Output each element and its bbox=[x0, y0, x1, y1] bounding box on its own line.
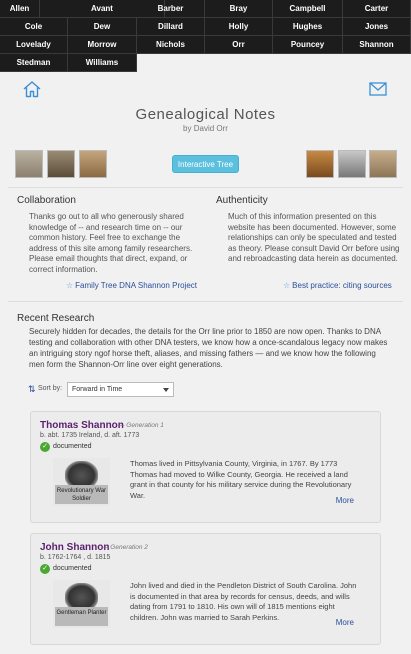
sort-label: Sort by: bbox=[38, 385, 63, 392]
surname-link-dillard[interactable]: Dillard bbox=[137, 18, 205, 36]
portrait-photo bbox=[15, 150, 43, 178]
more-link[interactable]: More bbox=[336, 618, 354, 627]
surname-link-barber[interactable]: Barber bbox=[137, 0, 205, 18]
person-card: Thomas Shannon — Generation 1 b. abt. 17… bbox=[30, 411, 381, 523]
more-link[interactable]: More bbox=[336, 496, 354, 505]
surname-menu: Allen Avant Barber Bray Campbell Carter … bbox=[0, 0, 411, 72]
surname-link-shannon[interactable]: Shannon bbox=[343, 36, 411, 54]
divider bbox=[8, 187, 403, 188]
surname-link-bray[interactable]: Bray bbox=[205, 0, 273, 18]
thumbnail-caption: Revolutionary War Soldier bbox=[55, 485, 108, 504]
sort-select[interactable]: Forward in Time bbox=[67, 382, 174, 397]
byline: by David Orr bbox=[183, 124, 228, 133]
surname-link-hughes[interactable]: Hughes bbox=[273, 18, 343, 36]
page-title: Genealogical Notes bbox=[135, 106, 276, 123]
person-thumbnail: Revolutionary War Soldier bbox=[53, 458, 110, 506]
citing-sources-link-label: Best practice: citing sources bbox=[292, 281, 392, 290]
surname-link-holly[interactable]: Holly bbox=[205, 18, 273, 36]
recent-research-intro: Securely hidden for decades, the details… bbox=[29, 327, 388, 369]
surname-link-carter[interactable]: Carter bbox=[343, 0, 411, 18]
collaboration-heading: Collaboration bbox=[17, 195, 76, 206]
person-name-link[interactable]: John Shannon bbox=[40, 542, 109, 553]
person-bio: John lived and died in the Pendleton Dis… bbox=[130, 581, 357, 622]
life-dates: b. abt. 1735 Ireland, d. aft. 1773 bbox=[40, 432, 140, 439]
sort-select-value: Forward in Time bbox=[72, 386, 123, 393]
surname-row: Stedman Williams bbox=[0, 54, 137, 72]
status-text: documented bbox=[53, 565, 92, 572]
sort-icon: ⇅ bbox=[28, 384, 36, 394]
home-icon[interactable] bbox=[22, 80, 42, 98]
surname-row: Cole Dew Dillard Holly Hughes Jones bbox=[0, 18, 411, 36]
interactive-tree-button[interactable]: Interactive Tree bbox=[172, 155, 239, 173]
check-icon: ✓ bbox=[40, 564, 50, 574]
recent-research-heading: Recent Research bbox=[17, 313, 95, 324]
envelope-icon[interactable] bbox=[369, 82, 387, 96]
authenticity-text: Much of this information presented on th… bbox=[228, 212, 400, 264]
generation-label: — Generation 1 bbox=[118, 422, 164, 429]
person-name-link[interactable]: Thomas Shannon bbox=[40, 420, 124, 431]
family-tree-dna-link[interactable]: ☆ Family Tree DNA Shannon Project bbox=[66, 281, 197, 290]
collaboration-text: Thanks go out to all who generously shar… bbox=[29, 212, 193, 274]
surname-link-allen[interactable]: Allen bbox=[0, 0, 40, 18]
portrait-photo bbox=[306, 150, 334, 178]
surname-link-dew[interactable]: Dew bbox=[68, 18, 137, 36]
divider bbox=[8, 301, 403, 302]
portrait-photo bbox=[47, 150, 75, 178]
thumbnail-caption: Gentleman Planter bbox=[55, 607, 108, 626]
surname-link-campbell[interactable]: Campbell bbox=[273, 0, 343, 18]
surname-link-pouncey[interactable]: Pouncey bbox=[273, 36, 343, 54]
surname-link-stedman[interactable]: Stedman bbox=[0, 54, 68, 72]
star-icon: ☆ bbox=[66, 281, 74, 290]
surname-row: Allen Avant Barber Bray Campbell Carter bbox=[0, 0, 411, 18]
surname-link-jones[interactable]: Jones bbox=[343, 18, 411, 36]
check-icon: ✓ bbox=[40, 442, 50, 452]
portrait-image bbox=[65, 583, 98, 607]
star-icon: ☆ bbox=[283, 281, 291, 290]
surname-link-cole[interactable]: Cole bbox=[0, 18, 68, 36]
portrait-photo bbox=[338, 150, 366, 178]
person-bio: Thomas lived in Pittsylvania County, Vir… bbox=[130, 459, 352, 500]
family-tree-dna-link-label: Family Tree DNA Shannon Project bbox=[75, 281, 198, 290]
life-dates: b. 1762-1764 , d. 1815 bbox=[40, 554, 111, 561]
portrait-image bbox=[65, 461, 98, 485]
surname-link-williams[interactable]: Williams bbox=[68, 54, 137, 72]
citing-sources-link[interactable]: ☆ Best practice: citing sources bbox=[283, 281, 392, 290]
portrait-photo bbox=[79, 150, 107, 178]
surname-link-lovelady[interactable]: Lovelady bbox=[0, 36, 68, 54]
surname-link-morrow[interactable]: Morrow bbox=[68, 36, 137, 54]
surname-row: Lovelady Morrow Nichols Orr Pouncey Shan… bbox=[0, 36, 411, 54]
generation-label: — Generation 2 bbox=[102, 544, 148, 551]
chevron-down-icon bbox=[163, 388, 169, 392]
surname-link-nichols[interactable]: Nichols bbox=[137, 36, 205, 54]
portrait-photo bbox=[369, 150, 397, 178]
status-text: documented bbox=[53, 443, 92, 450]
person-card: John Shannon — Generation 2 b. 1762-1764… bbox=[30, 533, 381, 645]
person-thumbnail: Gentleman Planter bbox=[53, 580, 110, 628]
surname-link-orr[interactable]: Orr bbox=[205, 36, 273, 54]
authenticity-heading: Authenticity bbox=[216, 195, 268, 206]
